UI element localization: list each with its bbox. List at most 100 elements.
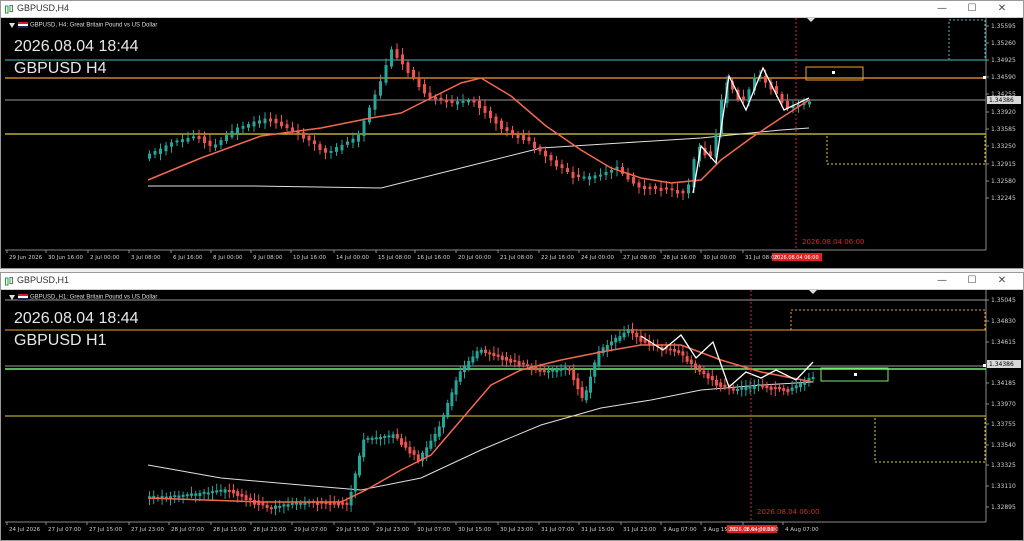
window-titlebar[interactable]: GBPUSD,H1 — ☐ ✕: [1, 273, 1023, 290]
time-axis-label: 31 Jul 15:00: [581, 527, 614, 533]
close-icon[interactable]: ✕: [987, 1, 1017, 17]
fast-moving-average-line: [147, 77, 810, 184]
dropdown-triangle-icon[interactable]: [9, 294, 15, 300]
candle-body: [433, 433, 437, 442]
candle-body: [773, 387, 777, 390]
candle-body: [790, 387, 794, 391]
candle-body: [654, 186, 657, 190]
window-title: GBPUSD,H4: [17, 3, 70, 13]
candle-body: [357, 133, 360, 142]
candle-body: [291, 127, 294, 132]
time-axis-label: 27 Jul 08:00: [623, 255, 656, 261]
candle-body: [257, 500, 261, 506]
candle-body: [373, 94, 377, 110]
candle-body: [635, 332, 639, 338]
overlay-date: 2026.08.04 18:44: [14, 310, 139, 327]
candle-body: [794, 385, 798, 389]
price-axis-label: 1.32895: [991, 504, 1016, 511]
candle-body: [694, 363, 697, 369]
chart-header: GBPUSD, H4: Great Britain Pound vs US Do…: [9, 22, 157, 29]
candle-body: [681, 190, 685, 194]
maximize-icon[interactable]: ☐: [957, 1, 987, 17]
candle-body: [588, 176, 591, 180]
candle-body: [423, 84, 426, 94]
candle-body: [472, 99, 476, 103]
candle-body: [387, 435, 391, 438]
candle-body: [198, 493, 202, 497]
candle-body: [637, 182, 641, 188]
zigzag-indicator-line: [640, 334, 814, 389]
candle-body: [445, 99, 448, 103]
candlestick-chart[interactable]: 2026.08.04 06:00 2026.08.04 06:00 1.35595 1…: [1, 18, 1023, 269]
minimize-icon[interactable]: —: [927, 1, 957, 17]
time-axis-label: 30 Jul 00:00: [703, 255, 736, 261]
candle-body: [203, 136, 206, 144]
candle-body: [614, 337, 618, 343]
price-chart[interactable]: 2026.08.04 06:00 2026.08.04 06:00 1.35045 1…: [1, 290, 1023, 541]
time-axis-label: 29 Jul 15:00: [336, 527, 369, 533]
candle-body: [483, 106, 487, 113]
chart-window-h1[interactable]: GBPUSD,H1 — ☐ ✕ 2026.08.04 06:00 2026.08.…: [0, 272, 1024, 541]
candle-body: [544, 150, 547, 157]
time-axis-label: 30 Jun 16:00: [48, 255, 83, 261]
candle-body: [395, 434, 399, 439]
price-chart[interactable]: 2026.08.04 06:00 2026.08.04 06:00 1.35595 1…: [1, 18, 1023, 269]
crosshair-axis-tag-text: 2026.08.04 06:00: [774, 255, 819, 261]
time-axis-label: 14 Jul 00:00: [336, 255, 369, 261]
close-icon[interactable]: ✕: [987, 273, 1017, 289]
slow-moving-average-line: [148, 127, 810, 189]
candle-body: [467, 100, 470, 103]
candle-body: [681, 351, 685, 356]
candle-body: [576, 378, 580, 390]
candle-body: [786, 388, 790, 393]
candle-body: [618, 336, 622, 341]
gbp-flag-icon: [18, 22, 28, 28]
chart-window-h4[interactable]: GBPUSD,H4 — ☐ ✕ 2026.08.04 06:00 2026.08.…: [0, 0, 1024, 269]
time-axis-label: 29 Jul 23:00: [376, 527, 409, 533]
candle-body: [744, 386, 748, 391]
zone-center-marker: [983, 76, 986, 79]
candle-body: [358, 455, 361, 476]
candle-body: [757, 383, 760, 386]
candle-body: [568, 368, 571, 371]
candle-body: [522, 134, 525, 141]
candle-body: [153, 150, 157, 155]
candle-body: [811, 377, 815, 380]
candle-body: [366, 437, 370, 440]
candle-body: [670, 188, 674, 191]
zone-center-marker: [983, 364, 986, 367]
price-axis-label: 1.35260: [991, 40, 1016, 47]
candle-body: [181, 494, 185, 497]
candle-body: [610, 341, 613, 346]
candle-body: [715, 379, 718, 386]
maximize-icon[interactable]: ☐: [957, 273, 987, 289]
window-titlebar[interactable]: GBPUSD,H4 — ☐ ✕: [1, 1, 1023, 18]
price-axis-label: 1.32245: [991, 195, 1016, 202]
price-axis-label: 1.33540: [991, 442, 1016, 449]
candle-body: [164, 145, 168, 152]
zone-center-marker: [832, 71, 835, 74]
candle-body: [572, 369, 576, 381]
candle-body: [265, 504, 269, 508]
candle-body: [604, 172, 608, 176]
candle-body: [710, 376, 714, 381]
time-axis-label: 21 Jul 08:00: [500, 255, 533, 261]
candle-body: [349, 491, 353, 506]
candle-body: [400, 438, 403, 445]
candle-body: [736, 388, 739, 391]
candle-body: [740, 387, 744, 390]
candle-body: [665, 187, 668, 190]
candle-body: [731, 388, 735, 391]
candle-body: [580, 387, 584, 398]
candle-body: [236, 491, 240, 497]
candle-body: [404, 441, 408, 448]
dropdown-triangle-icon[interactable]: [9, 22, 15, 28]
candle-body: [412, 69, 415, 78]
gbp-flag-icon: [18, 294, 28, 300]
candlestick-chart[interactable]: 2026.08.04 06:002026.08.04 06:001.350451…: [1, 290, 1023, 541]
minimize-icon[interactable]: —: [927, 273, 957, 289]
candle-body: [559, 368, 563, 371]
candle-body: [362, 439, 366, 458]
candle-body: [318, 144, 322, 151]
time-axis-label: 15 Jul 08:00: [378, 255, 411, 261]
